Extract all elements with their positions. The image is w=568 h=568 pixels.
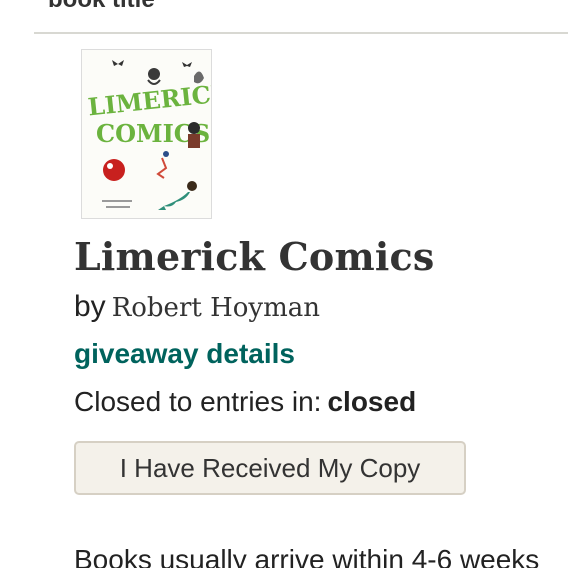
received-my-copy-button[interactable]: I Have Received My Copy [74,441,466,495]
by-label: by [74,290,106,323]
author-name[interactable]: Robert Hoyman [112,293,320,323]
arrival-note: Books usually arrive within 4-6 weeks [74,544,540,568]
character-icon [148,68,160,80]
byline: by Robert Hoyman [74,290,320,324]
closed-to-entries-line: Closed to entries in: closed [74,386,416,418]
red-creature-icon [103,159,125,181]
closed-label: Closed to entries in: [74,386,322,417]
book-title[interactable]: Limerick Comics [74,234,434,279]
giveaway-details-link[interactable]: giveaway details [74,338,295,370]
closed-status: closed [327,386,417,417]
column-header-book-title: book title [48,0,155,14]
header-divider [34,32,568,34]
giveaway-entry-page: book title LIMERICK COMICS [0,0,568,568]
book-cover-image[interactable]: LIMERICK COMICS [81,49,212,219]
